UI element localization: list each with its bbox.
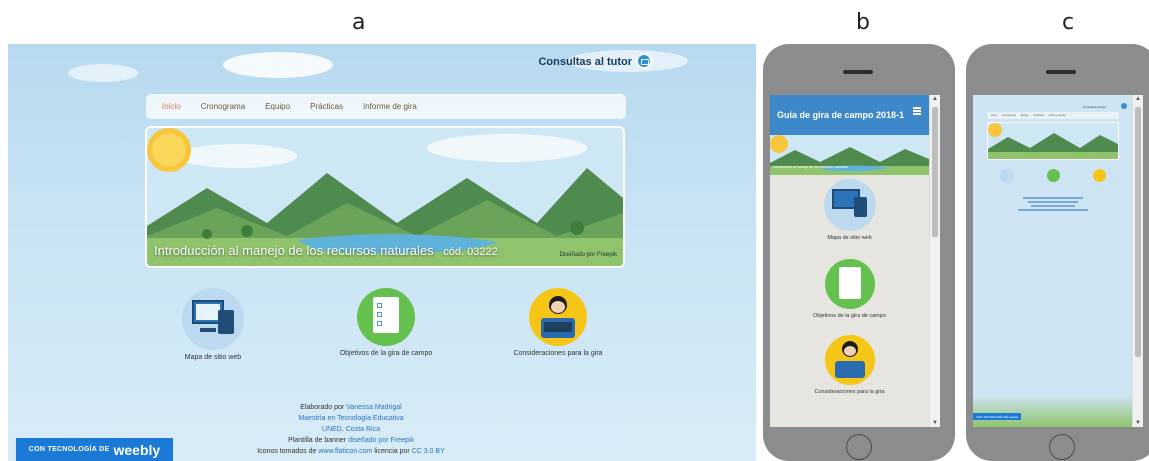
footer-license-prefix: licencia por xyxy=(372,448,412,455)
scroll-thumb[interactable] xyxy=(932,107,938,237)
student-reading-icon xyxy=(824,335,875,385)
program-link[interactable]: Maestría en Tecnología Educativa xyxy=(256,413,446,424)
card-considerations-label: Consideraciones para la gira xyxy=(513,350,603,357)
weebly-prefix: CON TECNOLOGÍA DE xyxy=(28,446,110,453)
nav-item-practicas[interactable]: Prácticas xyxy=(1034,114,1044,117)
weebly-brand: weebly xyxy=(113,441,161,458)
scrollbar[interactable]: ▲ ▼ xyxy=(929,95,940,427)
mobile-view-b: Guía de gira de campo 2018-1 Introducció… xyxy=(763,44,955,461)
card-objectives[interactable]: Objetivos de la gira de campo xyxy=(336,288,436,357)
nav-item-inicio[interactable]: Inicio xyxy=(991,114,997,117)
nav-item-informe[interactable]: Informe de gira xyxy=(363,102,417,111)
institution-link[interactable]: UNED, Costa Rica xyxy=(256,424,446,435)
weebly-badge[interactable]: CON TECNOLOGÍA DE weebly xyxy=(973,413,1021,420)
mobile-header: Guía de gira de campo 2018-1 xyxy=(770,95,929,135)
phone-screen: Guía de gira de campo 2018-1 Introducció… xyxy=(770,95,940,427)
card-sitemap-label: Mapa de sitio web xyxy=(184,354,242,361)
hero-banner: Introducción al manejo de los recursos n… xyxy=(145,126,625,268)
monitor-icon xyxy=(823,179,876,231)
main-nav: Inicio Cronograma Equipo Prácticas Infor… xyxy=(146,94,626,119)
footer-icons-prefix: Iconos tomados de xyxy=(257,448,319,455)
card-objectives[interactable]: Objetivos de la gira de campo xyxy=(770,259,929,319)
card-sitemap[interactable]: Mapa de sitio web xyxy=(173,288,253,361)
monitor-icon[interactable] xyxy=(1000,169,1014,183)
card-considerations[interactable]: Consideraciones para la gira xyxy=(508,288,608,357)
monitor-icon xyxy=(182,288,244,350)
author-link[interactable]: Vanessa Madrigal xyxy=(346,404,402,411)
mobile-site-title: Guía de gira de campo 2018-1 xyxy=(777,110,905,120)
card-sitemap-label: Mapa de sitio web xyxy=(827,235,872,241)
nav-item-equipo[interactable]: Equipo xyxy=(265,102,290,111)
scroll-up-icon[interactable]: ▲ xyxy=(1135,96,1141,102)
flaticon-link[interactable]: www.flaticon.com xyxy=(318,448,372,455)
scroll-up-icon[interactable]: ▲ xyxy=(932,96,938,102)
chat-icon[interactable] xyxy=(636,53,652,69)
nav-item-inicio[interactable]: Inicio xyxy=(162,102,181,111)
mobile-banner-caption: Introducción al manejo de los recursos n… xyxy=(773,165,849,169)
tutor-contact-link[interactable]: Consultas al tutor xyxy=(538,56,632,68)
mobile-view-c: Consultas al tutor Inicio Cronograma Equ… xyxy=(966,44,1149,461)
site-footer: Elaborado por Vanessa Madrigal Maestría … xyxy=(256,402,446,457)
chat-icon[interactable] xyxy=(1121,103,1127,109)
cloud-decoration xyxy=(68,64,138,82)
course-code: cód. 03222 xyxy=(443,246,498,258)
card-objectives-label: Objetivos de la gira de campo xyxy=(813,313,886,319)
freepik-link[interactable]: diseñado por Freepik xyxy=(348,437,414,444)
tutor-contact-link[interactable]: Consultas al tutor xyxy=(1083,105,1106,109)
nav-item-cronograma[interactable]: Cronograma xyxy=(201,102,245,111)
scroll-down-icon[interactable]: ▼ xyxy=(932,420,938,426)
desktop-view: Consultas al tutor Inicio Cronograma Equ… xyxy=(8,44,756,461)
footer-template-prefix: Plantilla de banner xyxy=(288,437,349,444)
nav-item-practicas[interactable]: Prácticas xyxy=(310,102,343,111)
hamburger-menu-icon[interactable] xyxy=(913,107,921,115)
grass-footer xyxy=(973,395,1132,427)
scroll-thumb[interactable] xyxy=(1135,107,1141,357)
course-title: Introducción al manejo de los recursos n… xyxy=(154,243,434,258)
card-considerations-label: Consideraciones para la gira xyxy=(814,389,885,395)
checklist-icon xyxy=(824,259,875,309)
mobile-banner: Introducción al manejo de los recursos n… xyxy=(770,135,929,175)
phone-home-button[interactable] xyxy=(1049,434,1075,460)
main-nav: Inicio Cronograma Equipo Prácticas Infor… xyxy=(987,112,1119,119)
nav-item-informe[interactable]: Informe de gira xyxy=(1049,114,1066,117)
nav-item-cronograma[interactable]: Cronograma xyxy=(1002,114,1016,117)
student-reading-icon xyxy=(529,288,587,346)
scroll-down-icon[interactable]: ▼ xyxy=(1135,420,1141,426)
card-objectives-label: Objetivos de la gira de campo xyxy=(339,350,433,357)
card-considerations[interactable]: Consideraciones para la gira xyxy=(770,335,929,395)
checklist-icon[interactable] xyxy=(1047,169,1060,182)
landscape-illustration xyxy=(988,123,1118,159)
footer-author-prefix: Elaborado por xyxy=(300,404,347,411)
student-reading-icon[interactable] xyxy=(1093,169,1106,182)
checklist-icon xyxy=(357,288,415,346)
mini-banner xyxy=(987,122,1119,160)
banner-credit: Diseñado por Freepik xyxy=(559,252,617,258)
landscape-illustration xyxy=(770,135,929,175)
license-link[interactable]: CC 3.0 BY xyxy=(412,448,445,455)
card-sitemap[interactable]: Mapa de sitio web xyxy=(770,179,929,241)
phone-screen: Consultas al tutor Inicio Cronograma Equ… xyxy=(973,95,1143,427)
banner-title: Introducción al manejo de los recursos n… xyxy=(154,243,498,258)
scrollbar[interactable]: ▲ ▼ xyxy=(1132,95,1143,427)
nav-item-equipo[interactable]: Equipo xyxy=(1021,114,1029,117)
phone-home-button[interactable] xyxy=(846,434,872,460)
panel-label-c: c xyxy=(1062,10,1075,35)
phone-speaker xyxy=(1046,70,1076,74)
cloud-decoration xyxy=(223,52,333,78)
mini-footer xyxy=(1013,195,1093,213)
panel-label-a: a xyxy=(352,10,366,35)
panel-label-b: b xyxy=(856,10,870,35)
phone-speaker xyxy=(843,70,873,74)
weebly-badge[interactable]: CON TECNOLOGÍA DE weebly xyxy=(16,438,173,461)
